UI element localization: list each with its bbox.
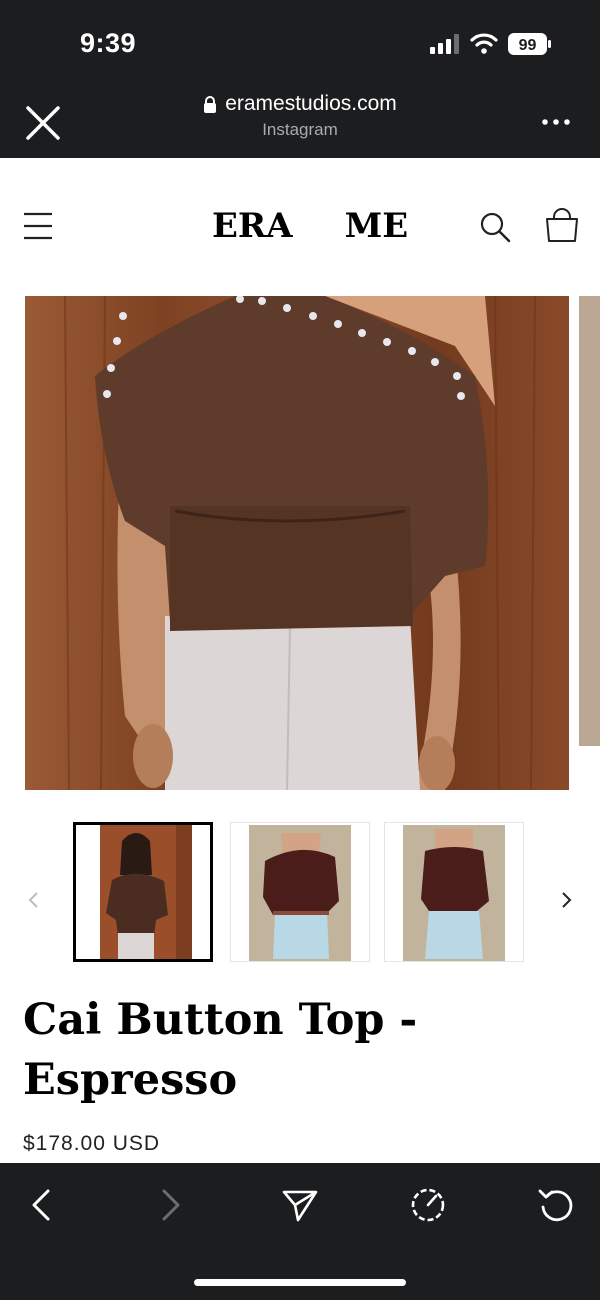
site-logo[interactable]: ERA ME <box>212 206 408 246</box>
next-image-peek[interactable] <box>579 296 600 746</box>
lock-icon <box>204 95 217 113</box>
back-icon[interactable] <box>20 1183 64 1227</box>
hamburger-icon[interactable] <box>22 210 54 242</box>
thumbnail-image <box>231 823 369 961</box>
address-bar[interactable]: eramestudios.com Instagram <box>150 92 450 140</box>
reload-icon[interactable] <box>534 1183 578 1227</box>
forward-icon[interactable] <box>148 1183 192 1227</box>
battery-level: 99 <box>519 37 537 54</box>
browser-top-bar: 9:39 99 eramestudios.com Instagram <box>0 0 600 158</box>
cart-icon[interactable] <box>544 208 580 244</box>
thumbnail-image <box>385 823 523 961</box>
product-photo <box>25 296 569 790</box>
product-main-image[interactable] <box>25 296 569 790</box>
url-domain: eramestudios.com <box>225 92 397 115</box>
logo-left: ERA <box>212 206 293 246</box>
home-indicator[interactable] <box>194 1279 406 1286</box>
browser-bottom-bar <box>0 1163 600 1300</box>
logo-right: ME <box>344 206 409 246</box>
search-icon[interactable] <box>478 210 512 244</box>
status-time: 9:39 <box>80 28 137 58</box>
site-header: ERA ME <box>0 158 600 288</box>
wifi-icon <box>470 33 498 54</box>
thumbnail-image <box>76 825 210 959</box>
cellular-signal-icon <box>430 34 459 54</box>
speed-icon[interactable] <box>406 1183 450 1227</box>
thumbnail-3[interactable] <box>384 822 524 962</box>
battery-icon: 99 <box>508 33 551 55</box>
chevron-left-icon[interactable] <box>24 885 44 915</box>
thumbnail-1[interactable] <box>73 822 213 962</box>
share-icon[interactable] <box>278 1183 322 1227</box>
battery-indicator: 99 <box>508 33 552 55</box>
close-icon[interactable] <box>24 104 62 142</box>
product-price: $178.00 USD <box>23 1132 161 1155</box>
url-source: Instagram <box>262 120 338 139</box>
chevron-right-icon[interactable] <box>556 885 576 915</box>
product-title: Cai Button Top - Espresso <box>23 995 418 1105</box>
thumbnail-2[interactable] <box>230 822 370 962</box>
more-icon[interactable] <box>540 112 572 132</box>
